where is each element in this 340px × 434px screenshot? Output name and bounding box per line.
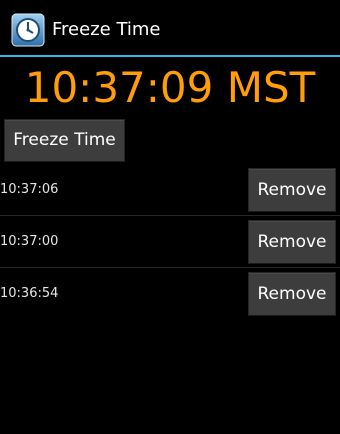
frozen-time-label: 10:37:00 bbox=[0, 234, 59, 249]
app-screen: Freeze Time 10:37:09 MST Freeze Time 10:… bbox=[0, 0, 340, 434]
frozen-time-label: 10:36:54 bbox=[0, 286, 59, 301]
frozen-time-label: 10:37:06 bbox=[0, 182, 59, 197]
list-item: 10:37:00 Remove bbox=[0, 216, 340, 268]
freeze-time-button[interactable]: Freeze Time bbox=[4, 119, 125, 162]
list-item: 10:36:54 Remove bbox=[0, 268, 340, 320]
remove-button[interactable]: Remove bbox=[248, 272, 336, 316]
remove-button[interactable]: Remove bbox=[248, 220, 336, 264]
frozen-times-list: 10:37:06 Remove 10:37:00 Remove 10:36:54… bbox=[0, 164, 340, 320]
list-item: 10:37:06 Remove bbox=[0, 164, 340, 216]
action-bar: Freeze Time bbox=[0, 0, 340, 55]
current-time-display: 10:37:09 MST bbox=[24, 63, 316, 112]
clock-icon bbox=[11, 13, 45, 47]
remove-button[interactable]: Remove bbox=[248, 168, 336, 212]
action-bar-divider bbox=[0, 55, 340, 57]
app-title: Freeze Time bbox=[52, 19, 161, 40]
